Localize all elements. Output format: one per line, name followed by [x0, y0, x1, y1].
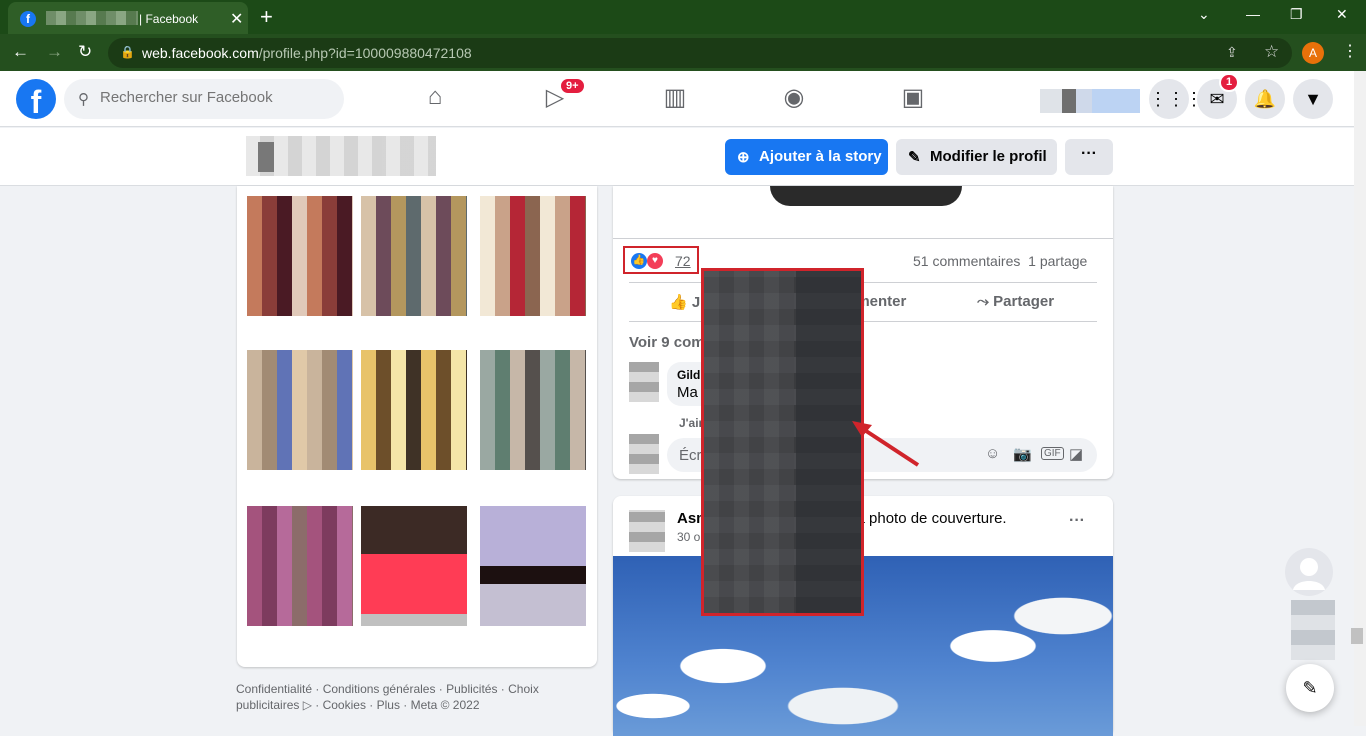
photo-thumbnail[interactable]	[480, 350, 586, 470]
like-button[interactable]: 👍 J	[669, 293, 700, 311]
facebook-favicon-icon: f	[20, 11, 36, 27]
lock-icon[interactable]: 🔒	[120, 45, 135, 59]
like-reaction-icon: 👍	[631, 253, 647, 269]
browser-tab[interactable]: f | Facebook ✕	[8, 2, 248, 34]
search-input[interactable]	[100, 89, 330, 106]
home-icon[interactable]: ⌂	[415, 83, 455, 115]
author-avatar[interactable]	[629, 510, 665, 552]
groups-icon[interactable]: ◉	[774, 83, 814, 115]
pencil-icon: ✎	[908, 149, 921, 166]
emoji-icon[interactable]: ☺	[985, 445, 1000, 462]
profile-shortcut-blurred[interactable]	[1040, 89, 1140, 113]
user-silhouette-icon	[1293, 558, 1325, 590]
footer-links[interactable]: Confidentialité · Conditions générales ·…	[236, 681, 596, 713]
post-image[interactable]	[770, 186, 962, 206]
photo-thumbnail[interactable]	[247, 506, 353, 626]
profile-action-bar: ⊕ Ajouter à la story ✎ Modifier le profi…	[0, 128, 1354, 186]
messenger-badge: 1	[1219, 73, 1240, 92]
menu-grid-icon[interactable]: ⋮⋮⋮	[1149, 79, 1203, 119]
love-reaction-icon: ♥	[647, 253, 663, 269]
back-icon[interactable]: ←	[12, 42, 29, 62]
profile-more-button[interactable]: ···	[1065, 139, 1113, 175]
account-dropdown-icon[interactable]: ▼	[1293, 79, 1333, 119]
forward-icon[interactable]: →	[46, 42, 63, 62]
browser-profile-avatar[interactable]: A	[1302, 42, 1324, 64]
profile-name-blurred	[246, 136, 436, 176]
photo-thumbnail[interactable]	[361, 506, 467, 626]
photo-thumbnail[interactable]	[480, 506, 586, 626]
share-icon[interactable]: ⇪	[1226, 44, 1238, 61]
blurred-reactions-list	[701, 268, 864, 616]
photo-thumbnail[interactable]	[247, 196, 353, 316]
new-message-button[interactable]: ✎	[1286, 664, 1334, 712]
see-more-comments[interactable]: Voir 9 com	[629, 334, 705, 351]
reload-icon[interactable]: ↻	[78, 42, 92, 62]
annotation-arrow-icon	[852, 421, 920, 467]
tab-title: | Facebook	[139, 12, 199, 26]
photo-thumbnail[interactable]	[361, 196, 467, 316]
new-tab-button[interactable]: +	[260, 4, 273, 30]
minimize-icon[interactable]: —	[1246, 6, 1260, 22]
contact-blurred[interactable]	[1291, 600, 1335, 660]
tab-title-blurred	[46, 11, 138, 25]
facebook-header: f ⚲ ⌂ ▷ 9+ ▥ ◉ ▣ ⋮⋮⋮ ✉ 1 🔔 ▼	[0, 71, 1354, 127]
share-button[interactable]: ⤳ Partager	[977, 293, 1054, 310]
scrollbar-thumb[interactable]	[1351, 628, 1363, 644]
my-avatar	[629, 434, 659, 474]
photo-thumbnail[interactable]	[361, 350, 467, 470]
address-bar[interactable]: 🔒 web.facebook.com/profile.php?id=100009…	[108, 38, 1292, 68]
watch-badge: 9+	[559, 77, 586, 95]
post-more-button[interactable]: ···	[1069, 512, 1085, 530]
reactions-summary[interactable]: 👍 ♥ 72	[623, 246, 699, 274]
browser-menu-icon[interactable]: ⋮	[1342, 41, 1358, 61]
reactions-count[interactable]: 72	[675, 253, 691, 269]
post-date[interactable]: 30 o	[677, 530, 700, 544]
browser-toolbar: ← → ↻ 🔒 web.facebook.com/profile.php?id=…	[0, 34, 1366, 71]
gaming-icon[interactable]: ▣	[893, 83, 933, 115]
restore-icon[interactable]: ❐	[1290, 6, 1303, 23]
post-action: sa photo de couverture.	[849, 510, 1007, 527]
photo-thumbnail[interactable]	[480, 196, 586, 316]
watch-icon[interactable]: ▷ 9+	[535, 77, 586, 115]
edit-profile-button[interactable]: ✎ Modifier le profil	[896, 139, 1057, 175]
commenter-avatar[interactable]	[629, 362, 659, 402]
plus-circle-icon: ⊕	[737, 149, 750, 166]
photos-card	[237, 186, 597, 667]
camera-icon[interactable]: 📷	[1013, 445, 1032, 463]
tab-search-icon[interactable]: ⌄	[1198, 6, 1210, 23]
sticker-icon[interactable]: ◪	[1069, 445, 1083, 463]
close-window-icon[interactable]: ✕	[1336, 6, 1348, 23]
photo-thumbnail[interactable]	[247, 350, 353, 470]
messenger-icon[interactable]: ✉ 1	[1197, 73, 1240, 119]
browser-tab-strip: f | Facebook ✕ + ⌄ — ❐ ✕	[0, 0, 1366, 34]
compose-icon: ✎	[1302, 678, 1318, 698]
notifications-bell-icon[interactable]: 🔔	[1245, 79, 1285, 119]
search-box[interactable]: ⚲	[64, 79, 344, 119]
gif-icon[interactable]: GIF	[1041, 447, 1064, 460]
post-stats[interactable]: 51 commentaires 1 partage	[913, 253, 1087, 269]
bookmark-star-icon[interactable]: ☆	[1264, 42, 1279, 62]
tab-close-button[interactable]: ✕	[230, 9, 243, 29]
add-story-button[interactable]: ⊕ Ajouter à la story	[725, 139, 888, 175]
url-text[interactable]: web.facebook.com/profile.php?id=10000988…	[142, 45, 472, 61]
contact-avatar[interactable]	[1285, 548, 1333, 596]
search-icon: ⚲	[78, 91, 89, 108]
marketplace-icon[interactable]: ▥	[655, 83, 695, 115]
facebook-logo-icon[interactable]: f	[16, 79, 56, 120]
